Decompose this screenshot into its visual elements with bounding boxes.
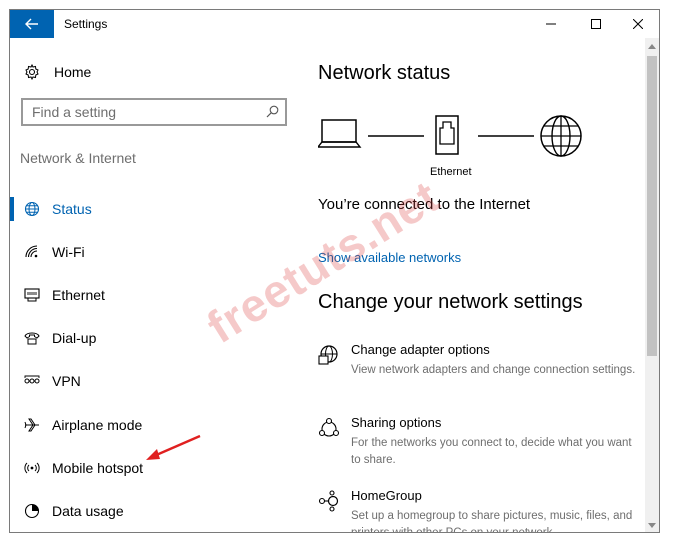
annotation-arrow-icon (146, 434, 201, 460)
option-description: View network adapters and change connect… (351, 364, 636, 376)
chevron-down-icon (648, 522, 656, 528)
search-icon[interactable] (266, 105, 279, 123)
home-nav[interactable]: Home (24, 62, 91, 82)
minimize-icon (546, 23, 556, 25)
option-title: Change adapter options (351, 342, 490, 357)
airplane-icon (24, 417, 40, 433)
main-content: Network status Ethernet You’re connected… (300, 38, 645, 533)
sidebar-item-label: Ethernet (52, 287, 105, 303)
dialup-icon (24, 330, 40, 346)
sidebar-item-vpn[interactable]: VPN (10, 365, 300, 397)
wifi-icon (24, 244, 40, 260)
scroll-down-button[interactable] (645, 517, 659, 532)
minimize-button[interactable] (530, 10, 572, 38)
chevron-up-icon (648, 43, 656, 49)
option-description: For the networks you connect to, decide … (351, 437, 632, 466)
sidebar-item-data-usage[interactable]: Data usage (10, 495, 300, 527)
back-arrow-icon (25, 18, 38, 30)
close-icon (633, 19, 643, 29)
scroll-thumb[interactable] (647, 56, 657, 356)
sidebar-item-label: Status (52, 201, 92, 217)
vpn-icon (24, 373, 40, 389)
section-label: Network & Internet (20, 150, 136, 166)
homegroup-option[interactable]: HomeGroup Set up a homegroup to share pi… (318, 488, 638, 533)
maximize-icon (591, 19, 601, 29)
laptop-icon (318, 119, 362, 148)
back-button[interactable] (10, 10, 54, 38)
close-button[interactable] (617, 10, 659, 38)
hotspot-icon (24, 460, 40, 476)
network-diagram: Ethernet (318, 114, 588, 178)
globe-icon (24, 201, 40, 217)
sidebar-item-wifi[interactable]: Wi-Fi (10, 236, 300, 268)
home-label: Home (54, 64, 92, 80)
change-adapter-options[interactable]: Change adapter options View network adap… (318, 342, 638, 390)
gear-icon (25, 64, 39, 80)
change-settings-title: Change your network settings (318, 291, 583, 313)
active-indicator (10, 197, 14, 221)
sidebar-item-label: Airplane mode (52, 417, 143, 433)
maximize-button[interactable] (575, 10, 617, 38)
ethernet-diagram-label: Ethernet (430, 166, 472, 178)
sharing-options[interactable]: Sharing options For the networks you con… (318, 415, 638, 466)
search-placeholder: Find a setting (32, 104, 117, 120)
option-title: HomeGroup (351, 488, 422, 503)
sharing-icon (318, 417, 342, 441)
option-description: Set up a homegroup to share pictures, mu… (351, 510, 633, 533)
adapter-icon (318, 344, 342, 368)
sidebar-item-label: Wi-Fi (52, 244, 85, 260)
vertical-scrollbar[interactable] (645, 38, 659, 532)
sidebar-item-label: VPN (52, 373, 81, 389)
sidebar-item-label: Data usage (52, 503, 124, 519)
window-title: Settings (64, 17, 108, 31)
data-usage-icon (24, 503, 40, 519)
ethernet-port-icon (435, 115, 459, 155)
sidebar-item-label: Mobile hotspot (52, 460, 144, 476)
option-title: Sharing options (351, 415, 442, 430)
sidebar-item-label: Dial-up (52, 330, 97, 346)
sidebar-item-status[interactable]: Status (10, 193, 300, 225)
scroll-up-button[interactable] (645, 38, 659, 54)
page-title: Network status (318, 62, 451, 84)
title-bar: Settings (10, 10, 659, 38)
homegroup-icon (318, 490, 342, 514)
search-input[interactable]: Find a setting (21, 98, 287, 126)
ethernet-icon (24, 287, 40, 303)
internet-globe-icon (540, 115, 582, 157)
